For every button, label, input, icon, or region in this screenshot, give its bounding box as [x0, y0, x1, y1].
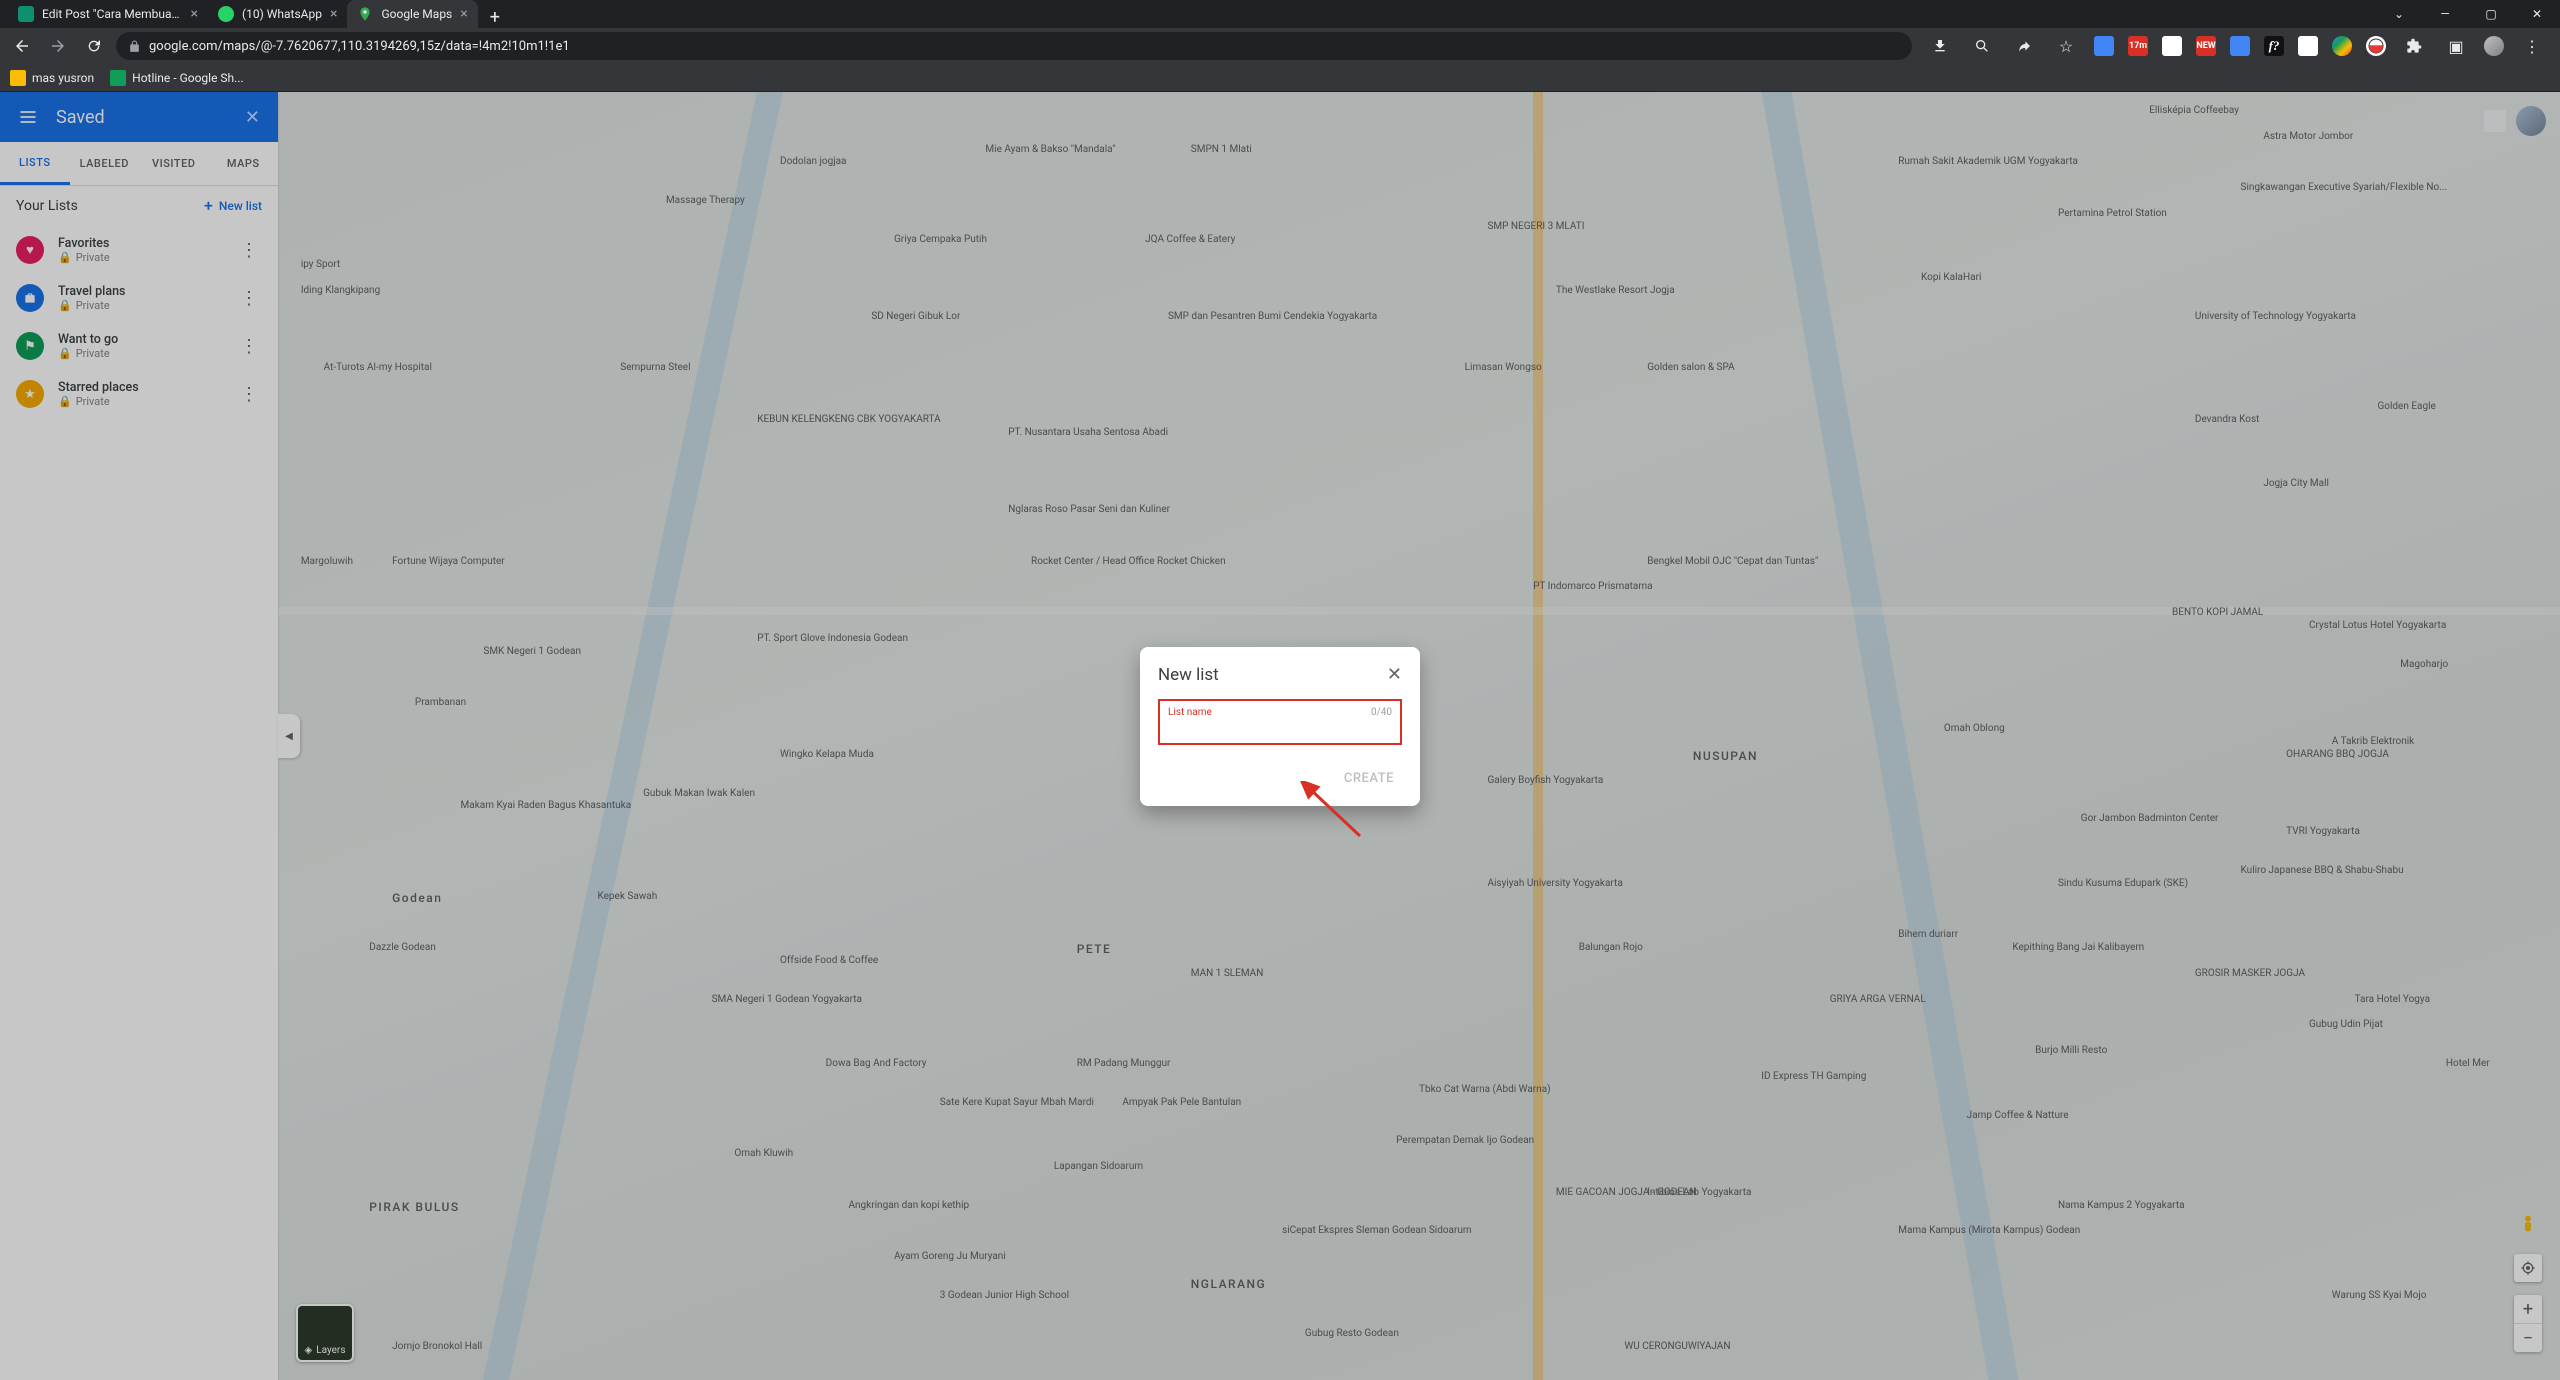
- input-label: List name: [1168, 707, 1212, 718]
- browser-tab-2[interactable]: Google Maps ×: [347, 0, 477, 28]
- dialog-title: New list: [1158, 665, 1219, 685]
- extension-new-icon[interactable]: NEW: [2196, 36, 2216, 56]
- bookmark-label: mas yusron: [32, 71, 94, 85]
- bookmarks-bar: mas yusron Hotline - Google Sh...: [0, 64, 2560, 92]
- favicon-icon: [357, 6, 373, 22]
- toolbar: google.com/maps/@-7.7620677,110.3194269,…: [0, 28, 2560, 64]
- tab-title: Google Maps: [381, 7, 452, 21]
- window-titlebar: Edit Post "Cara Membuat Alamat × (10) Wh…: [0, 0, 2560, 28]
- extension-icon[interactable]: [2298, 36, 2318, 56]
- list-name-input-wrap: List name 0/40: [1158, 699, 1402, 745]
- install-app-icon[interactable]: [1926, 32, 1954, 60]
- window-minimize-button[interactable]: —: [2422, 0, 2468, 28]
- extensions-puzzle-icon[interactable]: [2400, 32, 2428, 60]
- address-bar[interactable]: google.com/maps/@-7.7620677,110.3194269,…: [116, 32, 1912, 60]
- favicon-icon: [218, 6, 234, 22]
- modal-overlay: New list ✕ List name 0/40 CREATE: [0, 92, 2560, 1380]
- url-text: google.com/maps/@-7.7620677,110.3194269,…: [149, 39, 570, 54]
- extension-icon[interactable]: [2230, 36, 2250, 56]
- side-panel-icon[interactable]: ▣: [2442, 32, 2470, 60]
- forward-button[interactable]: [44, 32, 72, 60]
- kebab-menu-icon[interactable]: ⋮: [2518, 32, 2546, 60]
- new-tab-button[interactable]: +: [478, 7, 512, 28]
- back-button[interactable]: [8, 32, 36, 60]
- close-icon[interactable]: ×: [191, 7, 198, 21]
- sheets-icon: [110, 70, 126, 86]
- close-icon[interactable]: ×: [330, 7, 337, 21]
- extension-icon[interactable]: [2162, 36, 2182, 56]
- reload-button[interactable]: [80, 32, 108, 60]
- window-dropdown-button[interactable]: ⌄: [2376, 0, 2422, 28]
- folder-icon: [10, 70, 26, 86]
- new-list-dialog: New list ✕ List name 0/40 CREATE: [1140, 647, 1420, 806]
- close-icon[interactable]: ✕: [1387, 666, 1402, 684]
- share-icon[interactable]: [2010, 32, 2038, 60]
- bookmark-label: Hotline - Google Sh...: [132, 71, 244, 85]
- extension-icon[interactable]: [2332, 36, 2352, 56]
- browser-tab-0[interactable]: Edit Post "Cara Membuat Alamat ×: [8, 0, 208, 28]
- favicon-icon: [18, 6, 34, 22]
- close-icon[interactable]: ×: [460, 7, 467, 21]
- profile-avatar-icon[interactable]: [2484, 36, 2504, 56]
- zoom-icon[interactable]: [1968, 32, 1996, 60]
- bookmark-star-icon[interactable]: ☆: [2052, 32, 2080, 60]
- tab-title: (10) WhatsApp: [242, 7, 322, 21]
- extension-icon[interactable]: [2094, 36, 2114, 56]
- window-maximize-button[interactable]: ▢: [2468, 0, 2514, 28]
- input-counter: 0/40: [1371, 707, 1392, 718]
- tab-title: Edit Post "Cara Membuat Alamat: [42, 7, 183, 21]
- window-close-button[interactable]: ✕: [2514, 0, 2560, 28]
- create-button[interactable]: CREATE: [1336, 765, 1402, 792]
- bookmark-item[interactable]: Hotline - Google Sh...: [110, 70, 244, 86]
- extension-icon[interactable]: [2366, 36, 2386, 56]
- bookmark-item[interactable]: mas yusron: [10, 70, 94, 86]
- browser-tab-1[interactable]: (10) WhatsApp ×: [208, 0, 347, 28]
- extension-badge-icon[interactable]: 17m: [2128, 36, 2148, 56]
- extension-icon[interactable]: f?: [2264, 36, 2284, 56]
- list-name-input[interactable]: [1168, 721, 1392, 737]
- lock-icon: [128, 40, 141, 53]
